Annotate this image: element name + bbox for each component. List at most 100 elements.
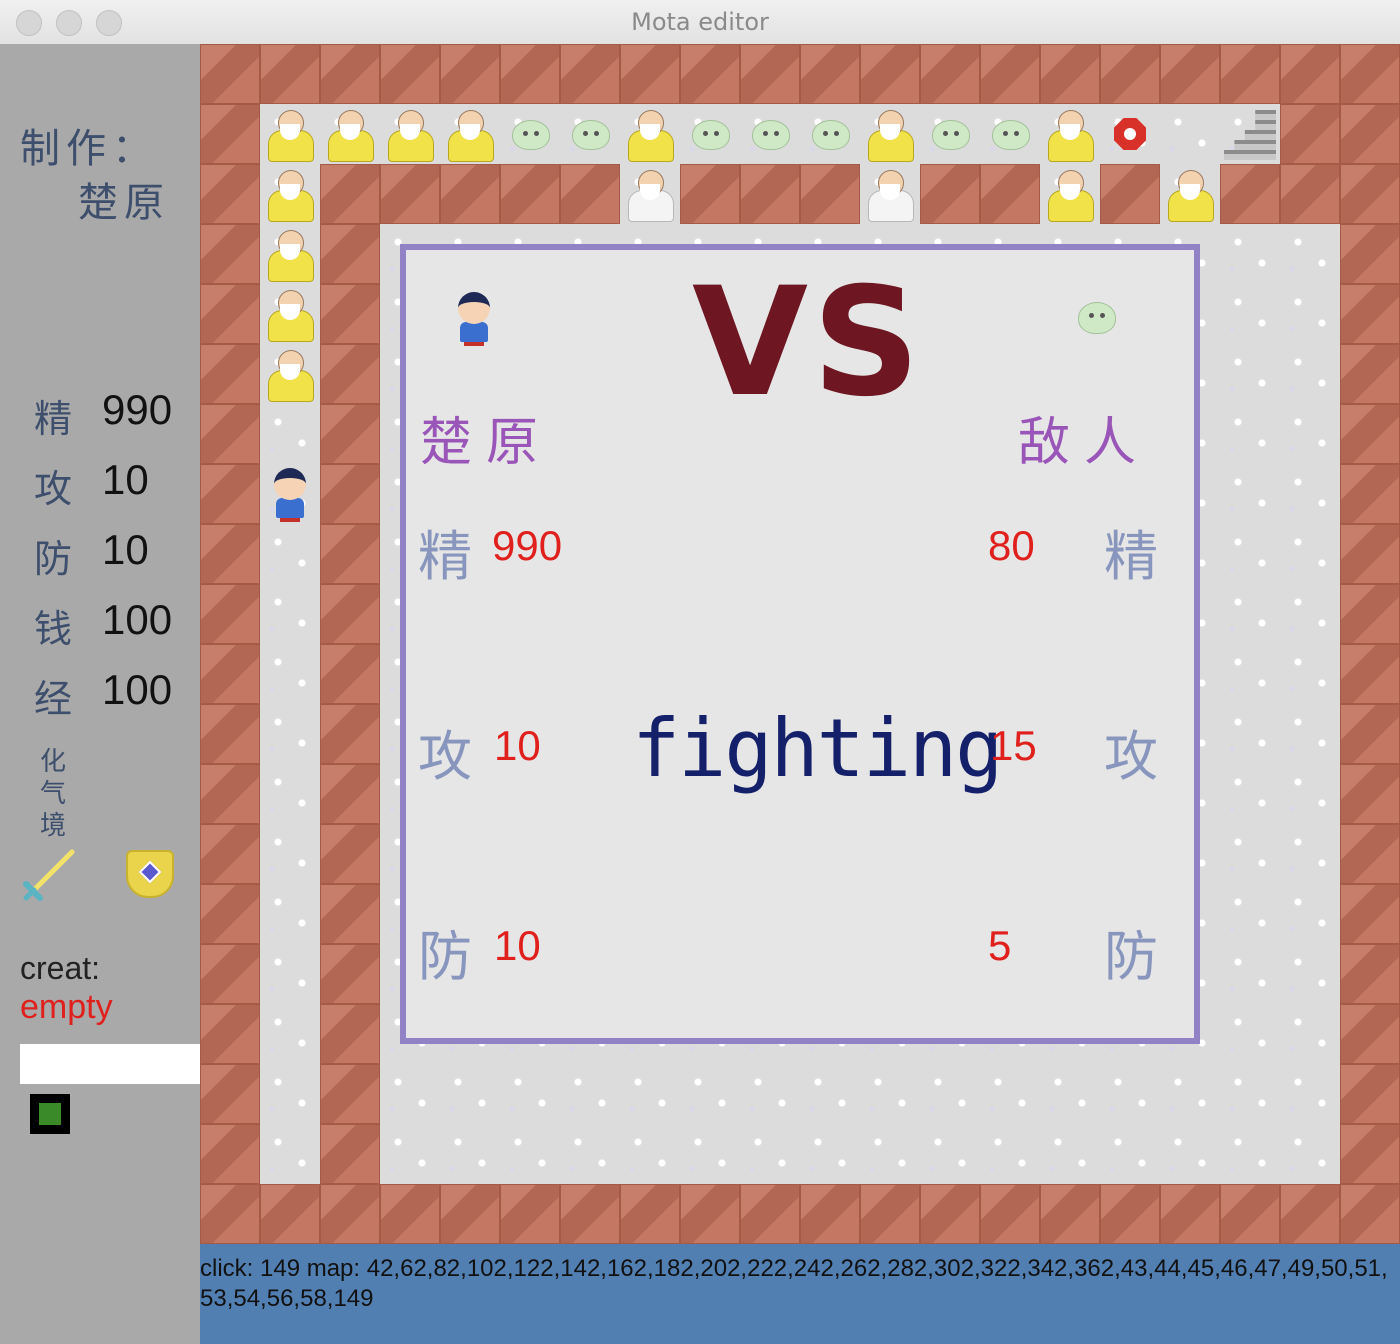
floor-tile[interactable]	[1100, 1124, 1160, 1184]
wall-tile[interactable]	[980, 164, 1040, 224]
wall-tile[interactable]	[200, 1184, 260, 1244]
wall-tile[interactable]	[260, 44, 320, 104]
wall-tile[interactable]	[500, 44, 560, 104]
sword-icon[interactable]	[22, 846, 78, 902]
wall-tile[interactable]	[320, 284, 380, 344]
wall-tile[interactable]	[1340, 44, 1400, 104]
floor-tile[interactable]	[800, 1124, 860, 1184]
floor-tile[interactable]	[1280, 764, 1340, 824]
sage-npc[interactable]	[260, 104, 320, 164]
floor-tile[interactable]	[560, 1064, 620, 1124]
sage-npc[interactable]	[1040, 104, 1100, 164]
floor-tile[interactable]	[1280, 524, 1340, 584]
wall-tile[interactable]	[860, 44, 920, 104]
sage-npc[interactable]	[260, 224, 320, 284]
floor-tile[interactable]	[260, 1064, 320, 1124]
floor-tile[interactable]	[800, 1064, 860, 1124]
wall-tile[interactable]	[320, 524, 380, 584]
wall-tile[interactable]	[1340, 584, 1400, 644]
wall-tile[interactable]	[1280, 164, 1340, 224]
floor-tile[interactable]	[1040, 1124, 1100, 1184]
wall-tile[interactable]	[1340, 644, 1400, 704]
sage-npc[interactable]	[440, 104, 500, 164]
wall-tile[interactable]	[200, 404, 260, 464]
wall-tile[interactable]	[1340, 824, 1400, 884]
sage-npc[interactable]	[260, 344, 320, 404]
wall-tile[interactable]	[1340, 344, 1400, 404]
wall-tile[interactable]	[1160, 44, 1220, 104]
wall-tile[interactable]	[680, 1184, 740, 1244]
floor-tile[interactable]	[1280, 284, 1340, 344]
wall-tile[interactable]	[200, 884, 260, 944]
stairs-up[interactable]	[1220, 104, 1280, 164]
floor-tile[interactable]	[1220, 764, 1280, 824]
wall-tile[interactable]	[320, 704, 380, 764]
green-slime-monster[interactable]	[740, 104, 800, 164]
wall-tile[interactable]	[380, 44, 440, 104]
wall-tile[interactable]	[740, 164, 800, 224]
wall-tile[interactable]	[200, 944, 260, 1004]
wall-tile[interactable]	[860, 1184, 920, 1244]
green-slime-monster[interactable]	[680, 104, 740, 164]
floor-tile[interactable]	[1220, 1004, 1280, 1064]
green-slime-monster[interactable]	[500, 104, 560, 164]
wall-tile[interactable]	[440, 44, 500, 104]
floor-tile[interactable]	[500, 1064, 560, 1124]
wall-tile[interactable]	[200, 44, 260, 104]
wall-tile[interactable]	[440, 1184, 500, 1244]
floor-tile[interactable]	[1280, 644, 1340, 704]
floor-tile[interactable]	[1220, 944, 1280, 1004]
floor-tile[interactable]	[1280, 1004, 1340, 1064]
wall-tile[interactable]	[200, 1004, 260, 1064]
shield-icon[interactable]	[126, 850, 174, 898]
floor-tile[interactable]	[1280, 584, 1340, 644]
wall-tile[interactable]	[560, 44, 620, 104]
wall-tile[interactable]	[200, 344, 260, 404]
floor-tile[interactable]	[1280, 944, 1340, 1004]
floor-tile[interactable]	[1160, 1064, 1220, 1124]
floor-tile[interactable]	[680, 1064, 740, 1124]
wall-tile[interactable]	[1280, 1184, 1340, 1244]
wall-tile[interactable]	[1340, 164, 1400, 224]
wall-tile[interactable]	[1040, 44, 1100, 104]
wall-tile[interactable]	[800, 1184, 860, 1244]
wall-tile[interactable]	[200, 464, 260, 524]
floor-tile[interactable]	[440, 1064, 500, 1124]
color-swatch[interactable]	[30, 1094, 70, 1134]
wall-tile[interactable]	[1340, 524, 1400, 584]
wall-tile[interactable]	[1340, 224, 1400, 284]
wall-tile[interactable]	[1340, 404, 1400, 464]
floor-tile[interactable]	[380, 1124, 440, 1184]
floor-tile[interactable]	[260, 524, 320, 584]
wall-tile[interactable]	[1220, 164, 1280, 224]
wall-tile[interactable]	[320, 344, 380, 404]
floor-tile[interactable]	[980, 1064, 1040, 1124]
wall-tile[interactable]	[800, 44, 860, 104]
wall-tile[interactable]	[320, 1124, 380, 1184]
wall-tile[interactable]	[200, 524, 260, 584]
wall-tile[interactable]	[320, 404, 380, 464]
floor-tile[interactable]	[1220, 344, 1280, 404]
wall-tile[interactable]	[380, 1184, 440, 1244]
wall-tile[interactable]	[440, 164, 500, 224]
wall-tile[interactable]	[320, 764, 380, 824]
sage-npc[interactable]	[1160, 164, 1220, 224]
floor-tile[interactable]	[260, 1124, 320, 1184]
floor-tile[interactable]	[620, 1124, 680, 1184]
floor-tile[interactable]	[860, 1064, 920, 1124]
wall-tile[interactable]	[1340, 884, 1400, 944]
wall-tile[interactable]	[1340, 944, 1400, 1004]
wall-tile[interactable]	[1100, 1184, 1160, 1244]
floor-tile[interactable]	[1220, 224, 1280, 284]
map-grid[interactable]: VS 楚原 敌人 精 990 80 精 攻 10 fighting 15 攻 防…	[200, 44, 1400, 1244]
sage-npc[interactable]	[260, 164, 320, 224]
floor-tile[interactable]	[1220, 884, 1280, 944]
wall-tile[interactable]	[1340, 1004, 1400, 1064]
floor-tile[interactable]	[260, 704, 320, 764]
floor-tile[interactable]	[1280, 884, 1340, 944]
wall-tile[interactable]	[1340, 764, 1400, 824]
sage-npc[interactable]	[260, 284, 320, 344]
wall-tile[interactable]	[740, 1184, 800, 1244]
floor-tile[interactable]	[260, 584, 320, 644]
wall-tile[interactable]	[200, 704, 260, 764]
